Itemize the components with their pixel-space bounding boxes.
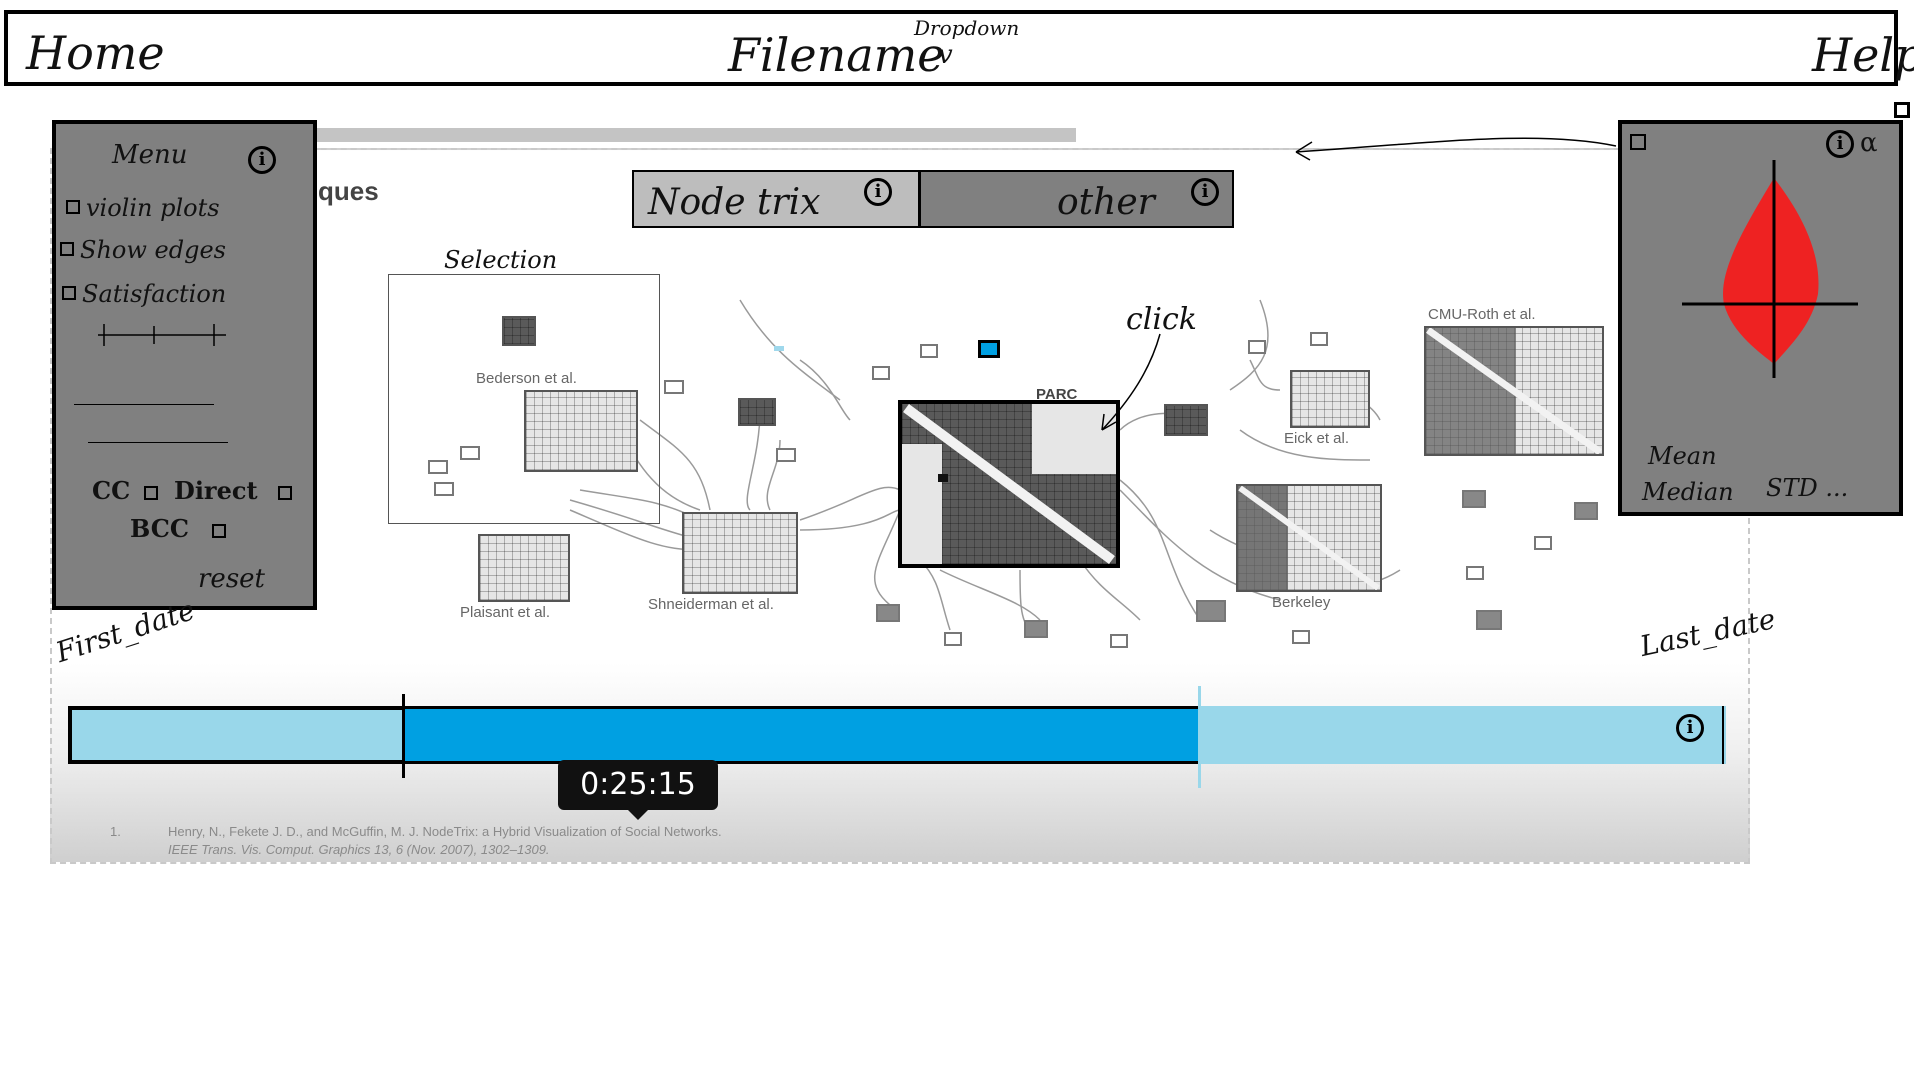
range-start-handle[interactable]: [402, 694, 405, 778]
stat-median[interactable]: Median: [1642, 478, 1734, 506]
stat-mean[interactable]: Mean: [1648, 442, 1717, 470]
graph-node[interactable]: [434, 482, 454, 496]
chevron-down-icon[interactable]: v: [938, 42, 953, 68]
graph-node[interactable]: [776, 448, 796, 462]
timeline-before-range[interactable]: [68, 706, 404, 764]
tab-other-label: other: [1057, 182, 1155, 223]
info-icon[interactable]: i: [1191, 178, 1219, 206]
node-label-eick: Eick et al.: [1284, 430, 1350, 447]
menu-title: Menu: [112, 140, 188, 170]
info-icon[interactable]: i: [248, 146, 276, 174]
matrix-cluster[interactable]: [1164, 404, 1208, 436]
node-label-bederson: Bederson et al.: [476, 370, 577, 387]
graph-node[interactable]: [944, 632, 962, 646]
graph-node[interactable]: [664, 380, 684, 394]
checkbox-cc[interactable]: [144, 486, 158, 500]
cc-label: CC: [92, 476, 131, 505]
graph-node[interactable]: [1110, 634, 1128, 648]
direct-label: Direct: [174, 476, 258, 505]
timeline-end: [1722, 706, 1724, 764]
node-label-plaisant: Plaisant et al.: [460, 604, 551, 621]
menu-panel: Menu i violin plots Show edges Satisfact…: [52, 120, 317, 610]
matrix-cluster[interactable]: [738, 398, 776, 426]
info-icon[interactable]: i: [864, 178, 892, 206]
selected-node[interactable]: [978, 340, 1000, 358]
help-link[interactable]: Help: [1812, 32, 1914, 78]
bcc-label: BCC: [130, 514, 189, 543]
reference-line: Henry, N., Fekete J. D., and McGuffin, M…: [168, 824, 722, 839]
checkbox-satisfaction[interactable]: [62, 286, 76, 300]
graph-node[interactable]: [920, 344, 938, 358]
matrix-cluster[interactable]: [1424, 326, 1604, 456]
view-tabs: Node trix i other i: [632, 170, 1234, 228]
tab-nodetrix[interactable]: Node trix i: [634, 172, 918, 226]
tab-nodetrix-label: Node trix: [648, 182, 821, 223]
panel-checkbox[interactable]: [1630, 134, 1646, 150]
matrix-diagonal: [1426, 328, 1602, 454]
node-label-berkeley: Berkeley: [1272, 594, 1331, 611]
graph-marker: [774, 346, 784, 351]
option-show-edges[interactable]: Show edges: [80, 236, 226, 264]
violin-shape: [1723, 178, 1819, 364]
matrix-cluster[interactable]: [682, 512, 798, 594]
panel-link-arrow-icon: [1295, 137, 1617, 161]
alpha-icon[interactable]: α: [1860, 128, 1878, 158]
graph-node[interactable]: [428, 460, 448, 474]
graph-node[interactable]: [1466, 566, 1484, 580]
window-handle-icon[interactable]: [1894, 102, 1910, 118]
graph-node[interactable]: [1476, 610, 1502, 630]
click-arrow-icon: [1101, 333, 1161, 431]
filename-label[interactable]: Filename: [728, 32, 944, 78]
satisfaction-range-slider[interactable]: [92, 320, 232, 350]
tab-other[interactable]: other i: [918, 172, 1232, 226]
graph-node[interactable]: [1196, 600, 1226, 622]
option-violin-plots[interactable]: violin plots: [86, 194, 220, 222]
time-tooltip: 0:25:15: [558, 760, 718, 820]
graph-node[interactable]: [876, 604, 900, 622]
matrix-cluster[interactable]: [478, 534, 570, 602]
statistics-panel: i α Mean Median STD ...: [1618, 120, 1903, 516]
scrollbar-horizontal[interactable]: [300, 128, 1076, 142]
partial-heading: ques: [318, 176, 379, 206]
top-bar: Home Filename Dropdown v Help: [4, 10, 1914, 86]
reference-number: 1.: [110, 824, 121, 839]
reference-line: IEEE Trans. Vis. Comput. Graphics 13, 6 …: [168, 842, 550, 857]
stat-std[interactable]: STD ...: [1766, 474, 1848, 502]
matrix-cluster[interactable]: [524, 390, 638, 472]
matrix-diagonal: [902, 404, 1116, 564]
node-label-cmu: CMU-Roth et al.: [1428, 306, 1536, 323]
graph-node[interactable]: [1574, 502, 1598, 520]
matrix-cluster[interactable]: [1236, 484, 1382, 592]
graph-node[interactable]: [1534, 536, 1552, 550]
graph-node[interactable]: [1248, 340, 1266, 354]
divider: [74, 404, 214, 405]
home-link[interactable]: Home: [26, 30, 165, 76]
timeline-selected-range[interactable]: [404, 706, 1200, 764]
violin-plot[interactable]: [1662, 154, 1862, 384]
divider: [88, 442, 228, 443]
checkbox-violin-plots[interactable]: [66, 200, 80, 214]
reset-button[interactable]: reset: [198, 564, 265, 594]
range-end-handle[interactable]: [1198, 686, 1201, 788]
matrix-cluster[interactable]: [1290, 370, 1370, 428]
dropdown-label[interactable]: Dropdown: [914, 18, 1019, 38]
graph-node[interactable]: [1310, 332, 1328, 346]
checkbox-direct[interactable]: [278, 486, 292, 500]
graph-node[interactable]: [872, 366, 890, 380]
graph-node[interactable]: [1462, 490, 1486, 508]
matrix-cluster[interactable]: [502, 316, 536, 346]
graph-node[interactable]: [1024, 620, 1048, 638]
info-icon[interactable]: i: [1676, 714, 1704, 742]
node-label-shneiderman: Shneiderman et al.: [648, 596, 774, 613]
matrix-diagonal: [1238, 486, 1380, 590]
checkbox-show-edges[interactable]: [60, 242, 74, 256]
option-satisfaction[interactable]: Satisfaction: [82, 280, 226, 308]
checkbox-bcc[interactable]: [212, 524, 226, 538]
graph-node[interactable]: [1292, 630, 1310, 644]
graph-node[interactable]: [460, 446, 480, 460]
selection-label: Selection: [444, 246, 558, 274]
matrix-cluster-parc[interactable]: [898, 400, 1120, 568]
